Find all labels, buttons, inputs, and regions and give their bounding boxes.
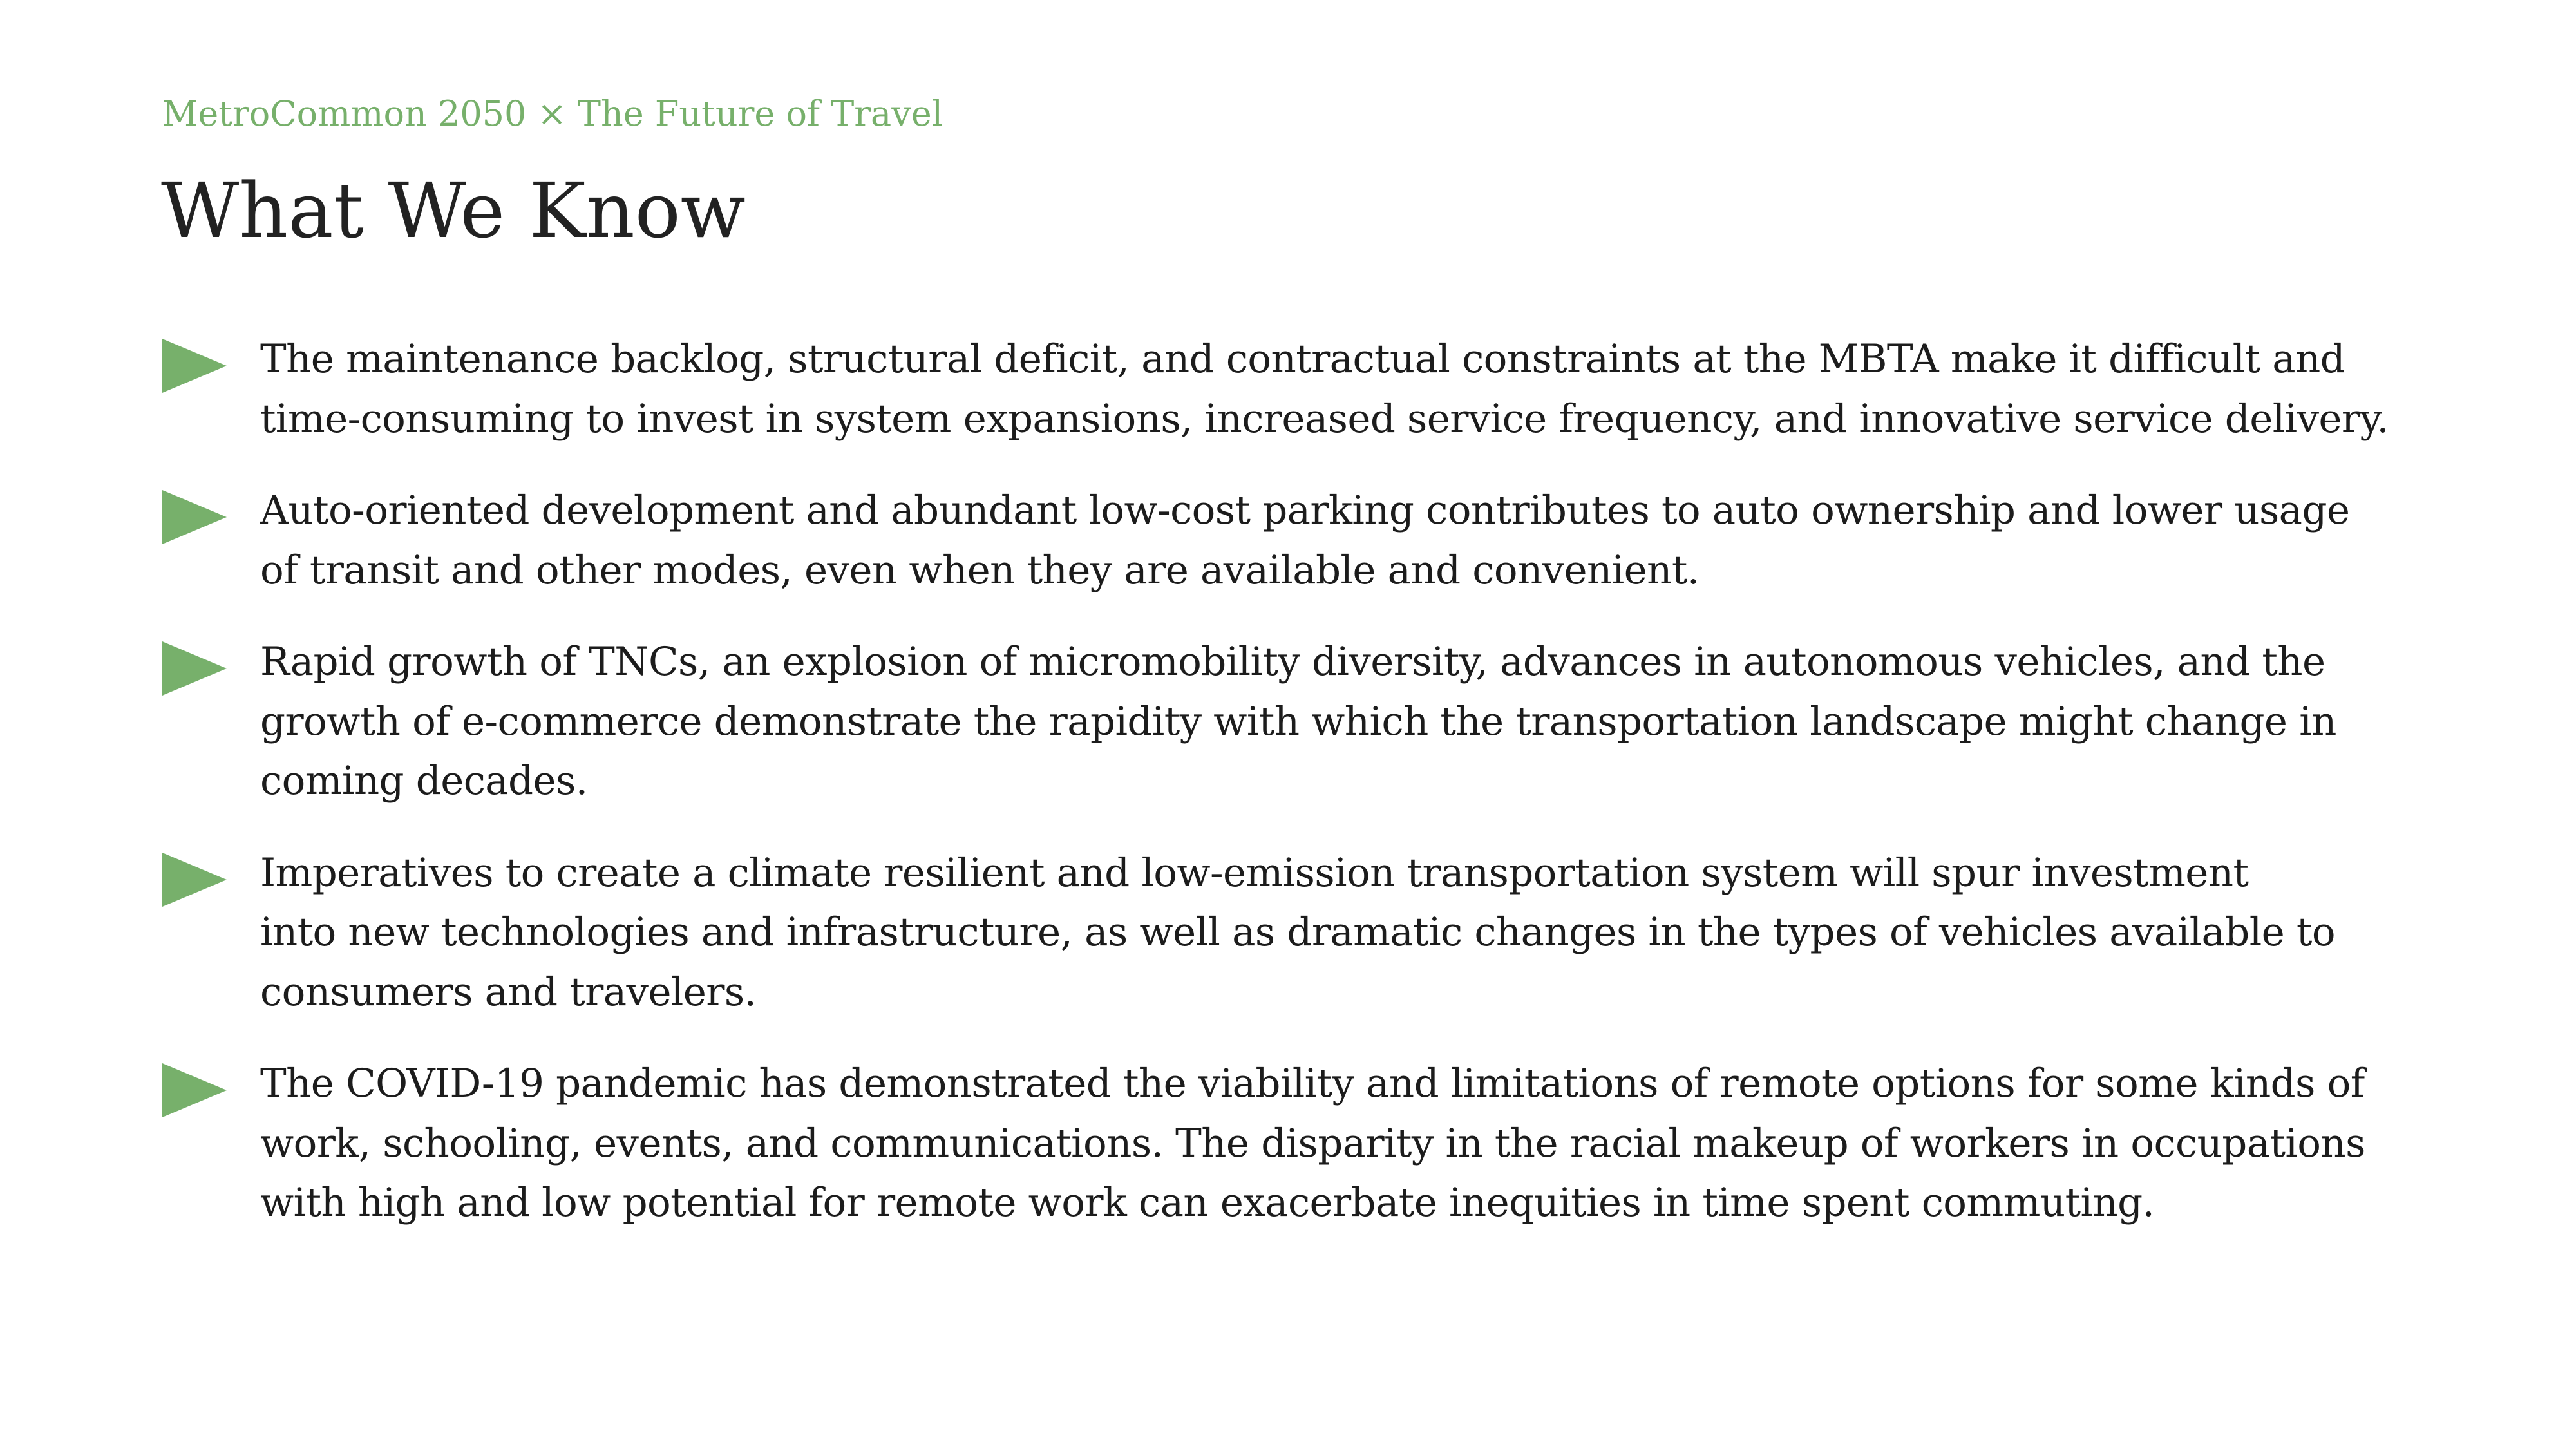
bullet-item: The maintenance backlog, structural defi… [161,330,2402,449]
bullet-item: The COVID-19 pandemic has demonstrated t… [161,1054,2402,1233]
slide: MetroCommon 2050 × The Future of Travel … [0,0,2576,1449]
triangle-bullet-icon [162,490,227,544]
bullet-line: into new technologies and infrastructure… [260,909,2336,955]
bullet-line: The maintenance backlog, structural defi… [260,336,2345,382]
bullet-line: growth of e-commerce demonstrate the rap… [260,698,2336,744]
bullet-text: The maintenance backlog, structural defi… [260,330,2402,449]
bullet-list: The maintenance backlog, structural defi… [161,330,2402,1265]
bullet-line: The COVID-19 pandemic has demonstrated t… [260,1061,2365,1106]
triangle-bullet-icon [162,339,227,393]
triangle-bullet-icon [162,1063,227,1117]
triangle-bullet-icon [162,641,227,696]
bullet-line: coming decades. [260,758,588,804]
bullet-line: work, schooling, events, and communicati… [260,1120,2365,1166]
bullet-line: Imperatives to create a climate resilien… [260,849,2249,896]
bullet-text: The COVID-19 pandemic has demonstrated t… [260,1054,2402,1233]
bullet-text: Auto-oriented development and abundant l… [260,481,2402,600]
slide-kicker: MetroCommon 2050 × The Future of Travel [162,93,943,134]
bullet-line: time-consuming to invest in system expan… [260,395,2389,442]
bullet-line: Auto-oriented development and abundant l… [260,488,2350,533]
bullet-text: Imperatives to create a climate resilien… [260,844,2402,1023]
bullet-line: of transit and other modes, even when th… [260,547,1700,593]
bullet-line: Rapid growth of TNCs, an explosion of mi… [260,639,2325,685]
bullet-item: Imperatives to create a climate resilien… [161,844,2402,1023]
slide-title: What We Know [161,166,746,255]
bullet-item: Rapid growth of TNCs, an explosion of mi… [161,632,2402,811]
bullet-line: with high and low potential for remote w… [260,1180,2155,1226]
bullet-line: consumers and travelers. [260,969,757,1015]
bullet-item: Auto-oriented development and abundant l… [161,481,2402,600]
bullet-text: Rapid growth of TNCs, an explosion of mi… [260,632,2402,811]
triangle-bullet-icon [162,852,227,907]
